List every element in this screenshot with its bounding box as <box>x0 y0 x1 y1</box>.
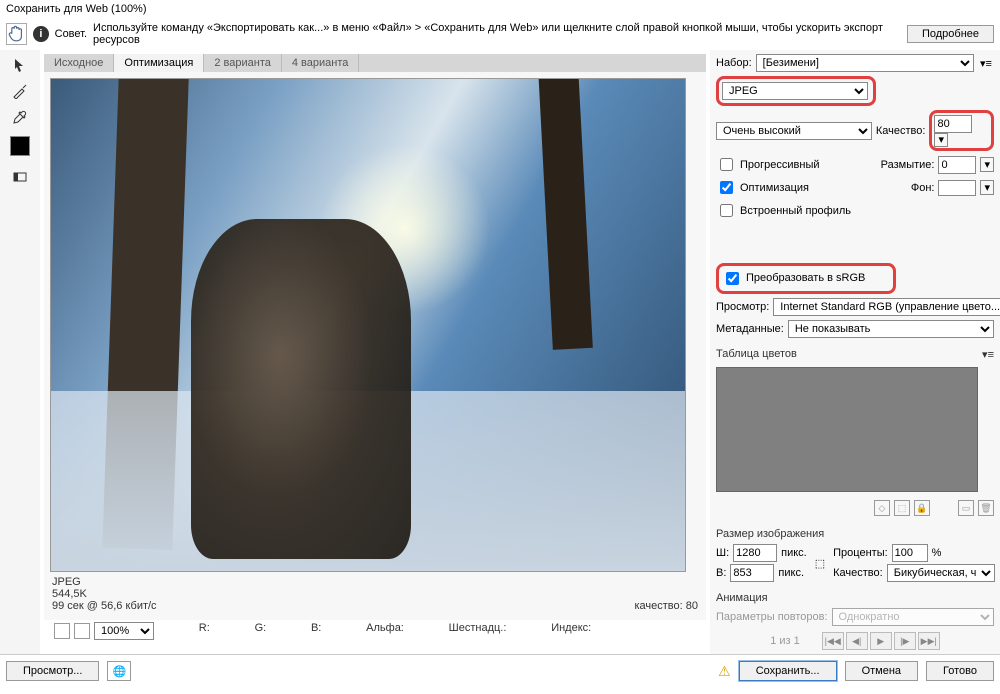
progressive-checkbox[interactable] <box>720 158 733 171</box>
save-button[interactable]: Сохранить... <box>739 661 837 681</box>
percent-label: Проценты: <box>833 547 888 559</box>
preview-tabs: Исходное Оптимизация 2 варианта 4 вариан… <box>44 54 706 72</box>
preview-area: Исходное Оптимизация 2 варианта 4 вариан… <box>40 50 710 654</box>
tab-2up[interactable]: 2 варианта <box>204 54 282 72</box>
optimized-checkbox[interactable] <box>720 181 733 194</box>
height-input[interactable] <box>730 564 774 582</box>
embed-profile-checkbox[interactable] <box>720 204 733 217</box>
window-title: Сохранить для Web (100%) <box>0 0 1000 18</box>
ct-trash-icon[interactable]: 🗑 <box>978 500 994 516</box>
pointer-tool-icon[interactable] <box>9 54 31 76</box>
height-label: В: <box>716 567 726 579</box>
color-table-title: Таблица цветов ▾≡ <box>716 348 994 361</box>
resample-label: Качество: <box>833 567 883 579</box>
hint-label: Совет. <box>55 28 87 40</box>
blur-dropdown-icon[interactable]: ▾ <box>980 157 994 172</box>
color-table <box>716 367 978 492</box>
done-button[interactable]: Готово <box>926 661 994 681</box>
animation-title: Анимация <box>716 592 994 604</box>
bottom-bar: Просмотр... 🌐 ⚠ Сохранить... Отмена Гото… <box>0 654 1000 687</box>
settings-panel: Набор: [Безимени] ▾≡ JPEG Очень высокий … <box>710 50 1000 654</box>
ct-icon-2[interactable]: ⬚ <box>894 500 910 516</box>
width-input[interactable] <box>733 544 777 562</box>
hint-bar: i Совет. Используйте команду «Экспортиро… <box>0 18 1000 50</box>
preview-button[interactable]: Просмотр... <box>6 661 99 681</box>
info-icon: i <box>33 26 48 42</box>
image-preview[interactable] <box>50 78 686 572</box>
tab-4up[interactable]: 4 варианта <box>282 54 360 72</box>
preview-profile-select[interactable]: Internet Standard RGB (управление цвето.… <box>773 298 1000 316</box>
browser-icon[interactable]: 🌐 <box>107 661 131 681</box>
hint-text: Используйте команду «Экспортировать как.… <box>93 22 901 46</box>
preview-format: JPEG <box>52 576 157 588</box>
details-button[interactable]: Подробнее <box>907 25 994 43</box>
quality-dropdown-icon[interactable]: ▾ <box>934 133 948 147</box>
layout-icon[interactable] <box>54 623 70 639</box>
percent-input[interactable] <box>892 544 928 562</box>
blur-label: Размытие: <box>881 159 935 171</box>
quality-label: Качество: <box>876 125 926 137</box>
eyedropper-tool-icon[interactable] <box>9 106 31 128</box>
preview-quality: качество: 80 <box>634 600 698 612</box>
matte-dropdown-icon[interactable]: ▾ <box>980 180 994 195</box>
preset-select[interactable]: [Безимени] <box>756 54 974 72</box>
metadata-label: Метаданные: <box>716 323 784 335</box>
anim-last-icon: ▶▶| <box>918 632 940 650</box>
preview-time: 99 сек @ 56,6 кбит/с <box>52 600 157 612</box>
loop-select: Однократно <box>832 608 994 626</box>
ct-new-icon[interactable]: ▭ <box>958 500 974 516</box>
ct-icon-1[interactable]: ◇ <box>874 500 890 516</box>
tab-original[interactable]: Исходное <box>44 54 114 72</box>
anim-prev-icon: ◀| <box>846 632 868 650</box>
link-icon[interactable]: ⬚ <box>811 557 829 570</box>
anim-play-icon: ▶ <box>870 632 892 650</box>
width-label: Ш: <box>716 547 729 559</box>
loop-label: Параметры повторов: <box>716 611 828 623</box>
color-readout: 100% R: G: B: Альфа: Шестнадц.: Индекс: <box>44 620 706 642</box>
metadata-select[interactable]: Не показывать <box>788 320 994 338</box>
anim-next-icon: |▶ <box>894 632 916 650</box>
foreground-color-swatch[interactable] <box>10 136 30 156</box>
panel-menu-icon[interactable]: ▾≡ <box>978 57 994 70</box>
image-size-title: Размер изображения <box>716 528 994 540</box>
tab-optimized[interactable]: Оптимизация <box>114 54 204 72</box>
preset-label: Набор: <box>716 57 752 69</box>
cancel-button[interactable]: Отмена <box>845 661 918 681</box>
matte-swatch[interactable] <box>938 180 976 196</box>
frame-counter: 1 из 1 <box>770 635 800 647</box>
anim-first-icon: |◀◀ <box>822 632 844 650</box>
convert-srgb-checkbox[interactable] <box>726 272 739 285</box>
matte-label: Фон: <box>911 182 935 194</box>
preview-profile-label: Просмотр: <box>716 301 769 313</box>
preview-filesize: 544,5K <box>52 588 157 600</box>
format-select[interactable]: JPEG <box>722 82 868 100</box>
slice-tool-icon[interactable] <box>9 80 31 102</box>
left-toolbar <box>0 50 40 654</box>
blur-input[interactable] <box>938 156 976 174</box>
zoom-select[interactable]: 100% <box>94 622 154 640</box>
color-table-menu-icon[interactable]: ▾≡ <box>982 348 994 361</box>
ct-icon-3[interactable]: 🔒 <box>914 500 930 516</box>
warning-icon: ⚠ <box>718 663 731 680</box>
hand-tool-icon[interactable] <box>6 23 27 45</box>
quality-preset-select[interactable]: Очень высокий <box>716 122 872 140</box>
quality-input[interactable] <box>934 115 972 133</box>
toggle-view-icon[interactable] <box>9 166 31 188</box>
resample-select[interactable]: Бикубическая, че... <box>887 564 995 582</box>
layout-icon-2[interactable] <box>74 623 90 639</box>
